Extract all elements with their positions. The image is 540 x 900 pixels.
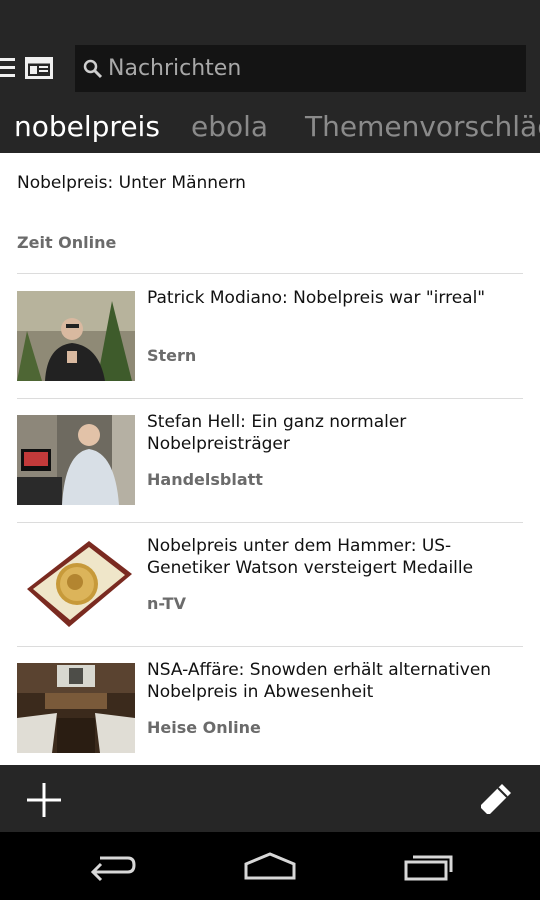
article-title: Nobelpreis unter dem Hammer: US-Genetike…	[147, 536, 474, 578]
list-item[interactable]: Nobelpreis: Unter Männern Zeit Online	[17, 153, 523, 274]
article-title: Stefan Hell: Ein ganz normaler Nobelprei…	[147, 412, 407, 454]
article-thumbnail	[17, 539, 135, 629]
article-source: Zeit Online	[17, 233, 117, 252]
article-title: NSA-Affäre: Snowden erhält alternativen …	[147, 660, 492, 702]
pencil-icon[interactable]	[478, 781, 514, 817]
list-item[interactable]: Patrick Modiano: Nobelpreis war "irreal"…	[17, 274, 523, 399]
status-bar	[0, 0, 540, 28]
back-icon[interactable]	[88, 850, 136, 886]
list-item[interactable]: Nobelpreis unter dem Hammer: US-Genetike…	[17, 522, 523, 647]
search-box[interactable]: Nachrichten	[75, 45, 526, 92]
article-source: Handelsblatt	[147, 470, 263, 489]
home-icon[interactable]	[243, 850, 297, 886]
article-source: Stern	[147, 346, 197, 365]
article-list: Nobelpreis: Unter Männern Zeit Online Pa…	[0, 153, 540, 765]
recents-icon[interactable]	[403, 850, 455, 886]
tab-nobelpreis[interactable]: nobelpreis	[14, 110, 160, 144]
system-nav-bar	[0, 832, 540, 900]
article-source: n-TV	[147, 594, 186, 613]
tab-themenvorschlaege[interactable]: Themenvorschläge	[305, 110, 540, 144]
list-item[interactable]: NSA-Affäre: Snowden erhält alternativen …	[17, 646, 523, 765]
search-icon	[83, 59, 103, 79]
article-title: Nobelpreis: Unter Männern	[17, 173, 246, 193]
app-bar	[0, 765, 540, 832]
article-thumbnail	[17, 415, 135, 505]
topic-tabs: nobelpreis ebola Themenvorschläge	[0, 100, 540, 153]
search-input[interactable]: Nachrichten	[108, 45, 241, 92]
article-title: Patrick Modiano: Nobelpreis war "irreal"	[147, 288, 486, 308]
plus-icon[interactable]	[26, 782, 62, 818]
newspaper-icon[interactable]	[25, 57, 53, 79]
menu-icon[interactable]	[0, 58, 15, 80]
article-source: Heise Online	[147, 718, 261, 737]
tab-ebola[interactable]: ebola	[191, 110, 268, 144]
article-thumbnail	[17, 663, 135, 753]
article-thumbnail	[17, 291, 135, 381]
list-item[interactable]: Stefan Hell: Ein ganz normaler Nobelprei…	[17, 398, 523, 523]
